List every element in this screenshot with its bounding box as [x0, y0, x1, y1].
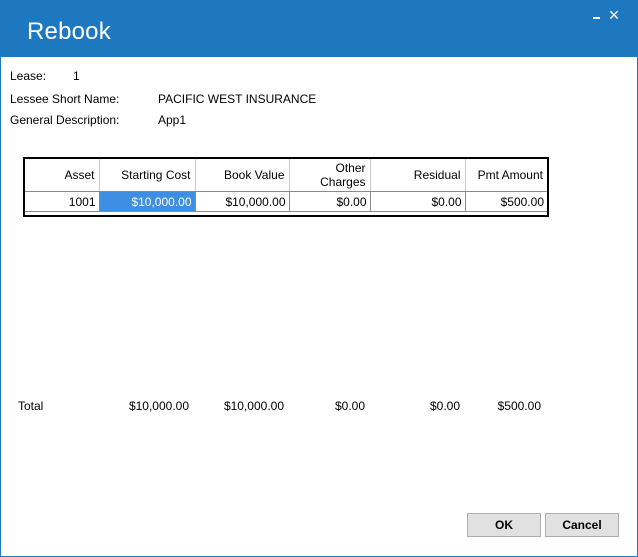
lessee-short-name-label: Lessee Short Name:: [10, 92, 120, 106]
asset-grid[interactable]: Asset Starting Cost Book Value Other Cha…: [23, 157, 549, 217]
minimize-button[interactable]: [589, 7, 605, 23]
column-header-starting-cost[interactable]: Starting Cost: [99, 159, 196, 192]
cell-asset[interactable]: 1001: [25, 191, 100, 212]
cell-pmt-amount[interactable]: $500.00: [465, 191, 547, 212]
minimize-icon: [593, 17, 600, 19]
ok-button[interactable]: OK: [467, 513, 541, 537]
close-icon: ✕: [608, 7, 620, 23]
title-bar: Rebook ✕: [1, 1, 637, 57]
lease-label: Lease:: [10, 69, 47, 83]
table-row[interactable]: 1001 $10,000.00 $10,000.00 $0.00 $0.00 $…: [25, 191, 547, 212]
cell-other-charges[interactable]: $0.00: [289, 191, 371, 212]
column-header-residual[interactable]: Residual: [370, 159, 466, 192]
cell-book-value[interactable]: $10,000.00: [195, 191, 290, 212]
general-description-label: General Description:: [10, 113, 120, 127]
total-starting-cost: $10,000.00: [128, 399, 189, 413]
rebook-dialog: Rebook ✕ Lease: 1 Lessee Short Name: PAC…: [0, 0, 638, 557]
total-book-value: $10,000.00: [223, 399, 284, 413]
close-button[interactable]: ✕: [606, 7, 622, 23]
lease-value: 1: [73, 69, 80, 83]
cell-starting-cost[interactable]: $10,000.00: [99, 191, 196, 212]
column-header-other-charges[interactable]: Other Charges: [289, 159, 371, 192]
column-header-asset[interactable]: Asset: [25, 159, 100, 192]
total-pmt-amount: $500.00: [497, 399, 541, 413]
total-residual: $0.00: [429, 399, 460, 413]
lessee-short-name-value: PACIFIC WEST INSURANCE: [158, 92, 317, 106]
column-header-book-value[interactable]: Book Value: [195, 159, 290, 192]
total-other-charges: $0.00: [334, 399, 365, 413]
dialog-title: Rebook: [27, 18, 111, 45]
grid-header-row: Asset Starting Cost Book Value Other Cha…: [25, 159, 547, 192]
cell-residual[interactable]: $0.00: [370, 191, 466, 212]
column-header-pmt-amount[interactable]: Pmt Amount: [465, 159, 547, 192]
cancel-button[interactable]: Cancel: [545, 513, 619, 537]
general-description-value: App1: [158, 113, 187, 127]
total-label: Total: [18, 399, 44, 413]
